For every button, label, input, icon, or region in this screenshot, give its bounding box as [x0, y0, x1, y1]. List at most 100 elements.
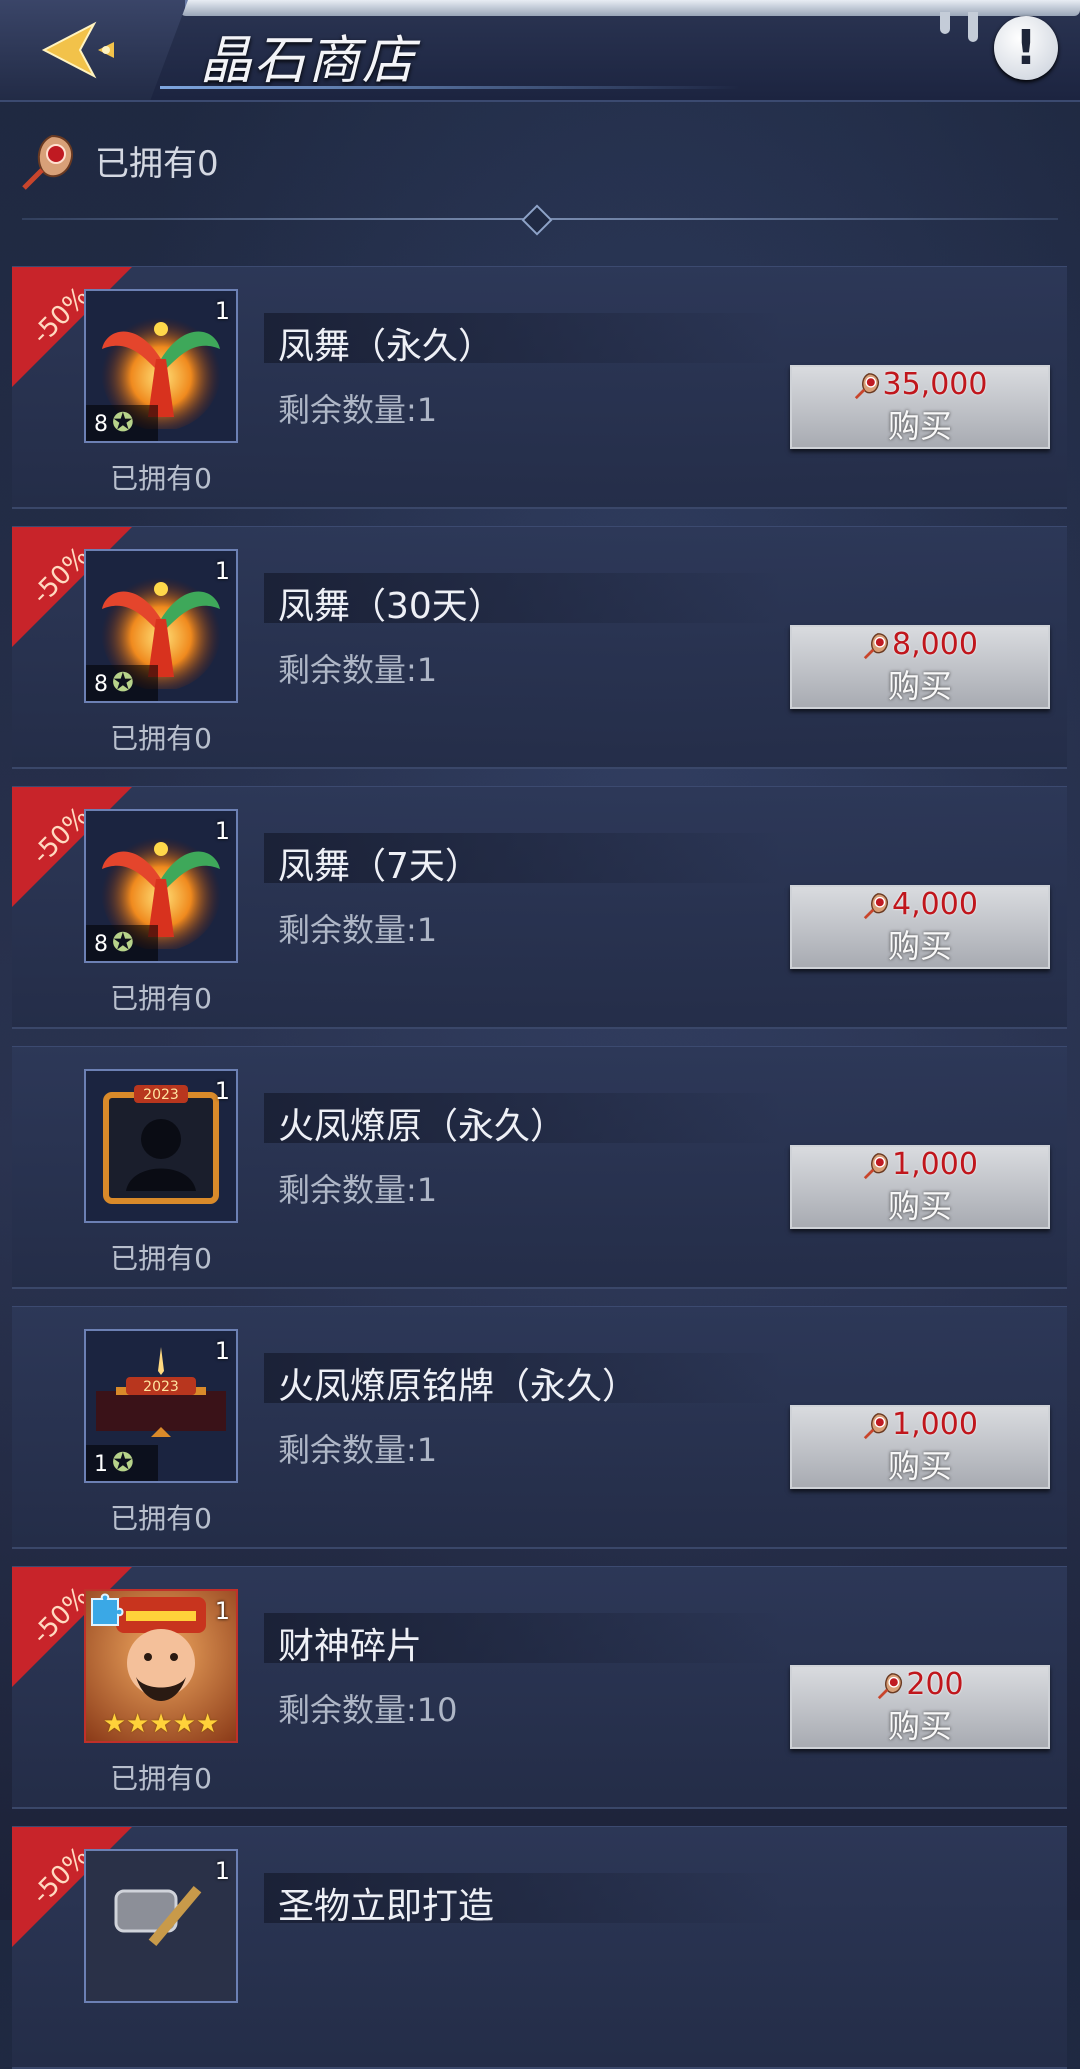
forge-hammer-icon [86, 1851, 236, 2001]
item-price-value: 1,000 [892, 1407, 978, 1442]
rating-star-icon: ★ [126, 1709, 150, 1739]
back-button[interactable] [0, 0, 188, 100]
buy-button-label: 购买 [887, 1707, 952, 1745]
item-remaining: 剩余数量:10 [278, 1691, 458, 1729]
svg-text:2023: 2023 [143, 1087, 179, 1103]
icicle-decoration [968, 12, 978, 42]
rating-star-icon: ★ [149, 1709, 173, 1739]
star-icon: ✪ [112, 408, 134, 438]
item-count: 1 [214, 817, 230, 845]
star-level-badge: 8 ✪ [86, 665, 158, 701]
item-price: 35,000 [792, 367, 1048, 402]
star-level: 1 [94, 1452, 108, 1477]
item-thumbnail[interactable]: 1 8 ✪ [84, 549, 238, 703]
item-thumbnail[interactable]: 1 8 ✪ [84, 809, 238, 963]
item-remaining: 剩余数量:1 [278, 911, 438, 949]
star-level-badge: 8 ✪ [86, 405, 158, 441]
item-thumbnail[interactable]: 1 8 ✪ [84, 289, 238, 443]
item-count: 1 [214, 1857, 230, 1885]
owned-count-text: 已拥有0 [95, 144, 219, 184]
item-thumbnail[interactable]: 2023 1 [84, 1069, 238, 1223]
item-owned-label: 已拥有0 [110, 982, 212, 1015]
rating-star-icon: ★ [102, 1709, 127, 1739]
shop-item-card: 2023 1 已拥有0 火凤燎原（永久） 剩余数量:1 1,000 购买 [12, 1046, 1067, 1289]
crystal-gem-icon [863, 892, 889, 919]
info-button[interactable]: ! [994, 16, 1058, 80]
buy-button[interactable]: 1,000 购买 [790, 1145, 1050, 1229]
svg-text:2023: 2023 [143, 1379, 179, 1395]
buy-button-label: 购买 [887, 1187, 952, 1225]
item-owned-label: 已拥有0 [110, 722, 212, 755]
item-count: 1 [214, 557, 230, 585]
item-name: 凤舞（30天） [278, 586, 504, 627]
item-thumbnail[interactable]: ★★★★★ 1 [84, 1589, 238, 1743]
shop-item-card: -50% ★★★★★ 1 已拥有0 财神碎片 剩余数量:10 200 购买 [12, 1566, 1067, 1809]
title-underline [160, 86, 740, 89]
avatar-frame-2023-icon: 2023 [103, 1085, 219, 1204]
shop-item-card: -50% 1 8 ✪ 已拥有0 凤舞（永久） 剩余数量:1 35,000 购买 [12, 266, 1067, 509]
crystal-gem-icon [878, 1672, 903, 1699]
item-owned-label: 已拥有0 [110, 462, 212, 495]
star-level-badge: 8 ✪ [86, 925, 158, 961]
shop-item-card: -50% 1 圣物立即打造 [12, 1826, 1067, 2069]
item-remaining: 剩余数量:1 [278, 651, 438, 689]
page-title: 晶石商店 [200, 31, 417, 91]
item-price-value: 1,000 [892, 1147, 978, 1182]
item-remaining: 剩余数量:1 [278, 391, 438, 429]
buy-button[interactable]: 1,000 购买 [790, 1405, 1050, 1489]
item-remaining: 剩余数量:1 [278, 1171, 438, 1209]
item-remaining: 剩余数量:1 [278, 1431, 438, 1469]
item-price: 8,000 [792, 627, 1048, 662]
item-price-value: 4,000 [892, 887, 978, 922]
shop-item-card: 2023 1 1 ✪ 已拥有0 火凤燎原铭牌（永久） 剩余数量:1 1,000 购买 [12, 1306, 1067, 1549]
buy-button-label: 购买 [887, 1447, 952, 1485]
info-exclamation-icon: ! [1015, 20, 1037, 76]
item-owned-label: 已拥有0 [110, 1242, 212, 1275]
crystal-gem-icon [22, 134, 73, 190]
item-thumbnail[interactable]: 1 [84, 1849, 238, 2003]
crystal-gem-icon [863, 1152, 889, 1179]
item-price: 1,000 [792, 1407, 1048, 1442]
icicle-decoration [940, 12, 950, 34]
item-name: 凤舞（7天） [278, 846, 481, 887]
buy-button-label: 购买 [887, 667, 952, 705]
owned-currency-bar: 已拥有0 [0, 120, 1080, 200]
shop-item-card: -50% 1 8 ✪ 已拥有0 凤舞（30天） 剩余数量:1 8,000 购买 [12, 526, 1067, 769]
star-level-badge: 1 ✪ [86, 1445, 158, 1481]
crystal-gem-icon [863, 632, 889, 659]
item-name: 火凤燎原（永久） [278, 1106, 567, 1147]
crystal-gem-icon [854, 372, 879, 399]
back-arrow-icon [41, 21, 114, 79]
item-price-value: 8,000 [892, 627, 978, 662]
buy-button-label: 购买 [887, 927, 952, 965]
item-price: 1,000 [792, 1147, 1048, 1182]
rating-star-icon: ★ [195, 1709, 220, 1739]
star-icon: ✪ [112, 1448, 134, 1478]
item-count: 1 [214, 1077, 230, 1105]
star-icon: ✪ [112, 928, 134, 958]
item-thumbnail[interactable]: 2023 1 1 ✪ [84, 1329, 238, 1483]
rating-star-icon: ★ [172, 1709, 196, 1739]
item-count: 1 [214, 1597, 230, 1625]
buy-button[interactable]: 4,000 购买 [790, 885, 1050, 969]
god-of-wealth-fragment-icon: ★★★★★ [86, 1591, 236, 1741]
buy-button[interactable]: 8,000 购买 [790, 625, 1050, 709]
top-bar: 晶石商店 ! [0, 0, 1080, 102]
item-price: 4,000 [792, 887, 1048, 922]
buy-button-label: 购买 [887, 407, 952, 445]
star-icon: ✪ [112, 668, 134, 698]
item-owned-label: 已拥有0 [110, 1502, 212, 1535]
item-owned-label: 已拥有0 [110, 1762, 212, 1795]
item-count: 1 [214, 1337, 230, 1365]
buy-button[interactable]: 200 购买 [790, 1665, 1050, 1749]
star-level: 8 [94, 672, 108, 697]
buy-button[interactable]: 35,000 购买 [790, 365, 1050, 449]
item-count: 1 [214, 297, 230, 325]
item-name: 凤舞（永久） [278, 326, 495, 367]
shop-item-card: -50% 1 8 ✪ 已拥有0 凤舞（7天） 剩余数量:1 4,000 购买 [12, 786, 1067, 1029]
item-price-value: 35,000 [882, 367, 988, 402]
item-price-value: 200 [906, 1667, 964, 1702]
item-price: 200 [792, 1667, 1048, 1702]
item-name: 火凤燎原铭牌（永久） [278, 1366, 639, 1407]
crystal-gem-icon [863, 1412, 889, 1439]
